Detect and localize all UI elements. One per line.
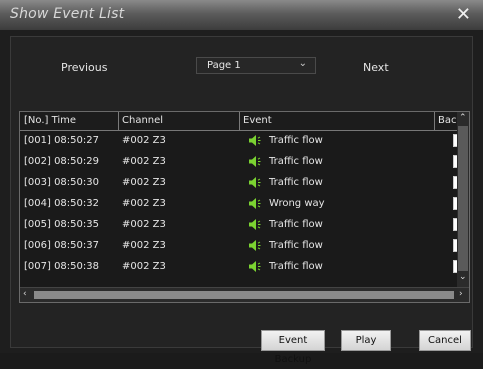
row-channel: #002 Z3: [122, 261, 166, 272]
column-header-channel[interactable]: Channel: [122, 115, 163, 126]
next-button[interactable]: Next: [363, 61, 389, 74]
previous-button[interactable]: Previous: [61, 61, 108, 74]
column-header-event[interactable]: Event: [243, 115, 272, 126]
table-row[interactable]: [002] 08:50:29 #002 Z3 Traffic flow: [20, 152, 469, 173]
table-row[interactable]: [005] 08:50:35 #002 Z3 Traffic flow: [20, 215, 469, 236]
row-event: Traffic flow: [269, 156, 323, 167]
row-event: Traffic flow: [269, 219, 323, 230]
scroll-left-icon[interactable]: ‹: [23, 289, 27, 299]
vertical-scroll-thumb[interactable]: [458, 126, 468, 271]
row-time: [003] 08:50:30: [24, 177, 99, 188]
speaker-icon: [249, 198, 261, 209]
table-row[interactable]: [001] 08:50:27 #002 Z3 Traffic flow: [20, 131, 469, 152]
speaker-icon: [249, 261, 261, 272]
table-row[interactable]: [004] 08:50:32 #002 Z3 Wrong way: [20, 194, 469, 215]
table-row[interactable]: [006] 08:50:37 #002 Z3 Traffic flow: [20, 236, 469, 257]
table-header: [No.] Time Channel Event Backup: [20, 112, 469, 131]
speaker-icon: [249, 156, 261, 167]
speaker-icon: [249, 135, 261, 146]
scroll-right-icon[interactable]: ›: [459, 289, 463, 299]
speaker-icon: [249, 240, 261, 251]
row-time: [005] 08:50:35: [24, 219, 99, 230]
event-list-window: Show Event List ✕ Previous Page 1 ⌄ Next…: [0, 0, 483, 365]
speaker-icon: [249, 219, 261, 230]
event-table: [No.] Time Channel Event Backup [001] 08…: [19, 111, 470, 303]
row-channel: #002 Z3: [122, 177, 166, 188]
content-panel: Previous Page 1 ⌄ Next [No.] Time Channe…: [10, 36, 473, 365]
row-channel: #002 Z3: [122, 156, 166, 167]
table-row[interactable]: [007] 08:50:38 #002 Z3 Traffic flow: [20, 257, 469, 278]
row-time: [001] 08:50:27: [24, 135, 99, 146]
window-title: Show Event List: [10, 6, 125, 22]
row-channel: #002 Z3: [122, 198, 166, 209]
table-row[interactable]: [003] 08:50:30 #002 Z3 Traffic flow: [20, 173, 469, 194]
row-time: [006] 08:50:37: [24, 240, 99, 251]
page-select[interactable]: Page 1 ⌄: [196, 57, 316, 74]
row-channel: #002 Z3: [122, 219, 166, 230]
row-channel: #002 Z3: [122, 135, 166, 146]
row-event: Traffic flow: [269, 135, 323, 146]
close-icon[interactable]: ✕: [456, 4, 471, 25]
row-event: Traffic flow: [269, 261, 323, 272]
column-header-time[interactable]: [No.] Time: [24, 115, 76, 126]
row-time: [004] 08:50:32: [24, 198, 99, 209]
column-divider[interactable]: [118, 112, 119, 130]
row-event: Wrong way: [269, 198, 325, 209]
play-button[interactable]: Play: [341, 330, 391, 351]
scroll-up-icon[interactable]: ⌃: [459, 113, 467, 123]
column-divider[interactable]: [434, 112, 435, 130]
vertical-scrollbar[interactable]: ⌃ ⌄: [457, 112, 469, 288]
event-backup-button[interactable]: Event Backup: [261, 330, 325, 365]
row-event: Traffic flow: [269, 177, 323, 188]
row-channel: #002 Z3: [122, 240, 166, 251]
row-time: [002] 08:50:29: [24, 156, 99, 167]
page-select-value: Page 1: [207, 60, 241, 71]
cancel-button[interactable]: Cancel: [419, 330, 471, 351]
title-bar: Show Event List ✕: [0, 0, 483, 30]
chevron-down-icon: ⌄: [298, 58, 307, 69]
row-time: [007] 08:50:38: [24, 261, 99, 272]
horizontal-scroll-thumb[interactable]: [34, 291, 454, 299]
horizontal-scrollbar[interactable]: ‹ ›: [20, 287, 469, 302]
row-event: Traffic flow: [269, 240, 323, 251]
scroll-down-icon[interactable]: ⌄: [459, 272, 467, 282]
speaker-icon: [249, 177, 261, 188]
column-divider[interactable]: [239, 112, 240, 130]
